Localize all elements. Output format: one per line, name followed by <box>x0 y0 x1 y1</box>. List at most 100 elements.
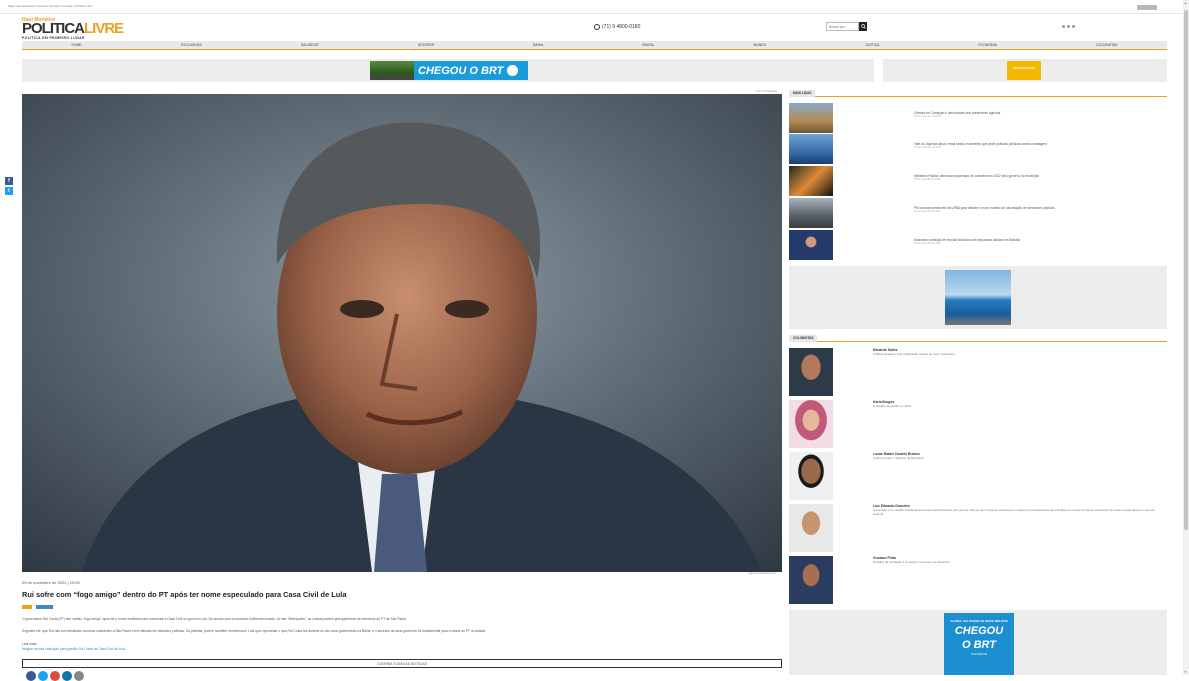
email-icon[interactable] <box>74 671 84 681</box>
brt-ad-title-2: O BRT <box>961 639 997 651</box>
search-icon <box>860 24 866 29</box>
whatsapp-icon <box>594 24 600 30</box>
thumbnail <box>789 103 833 133</box>
list-item-date: 09 de novembro de 2022 <box>914 210 941 213</box>
article-paragraph-1: O governador Rui Costa (PT) tem sofrido … <box>22 617 407 621</box>
google-icon[interactable] <box>50 671 60 681</box>
brt-ad-city: SALVADOR <box>971 652 987 656</box>
colunistas-title: COLUNISTAS <box>789 335 818 342</box>
read-more: Leia mais: Wagner recusa indicação para … <box>22 642 125 652</box>
prefeitura-logo <box>507 65 519 76</box>
floating-share: f t <box>5 177 13 195</box>
all-news-button[interactable]: CONFIRA TODAS AS NOTÍCIAS <box>22 659 782 668</box>
facebook-icon[interactable] <box>1062 25 1065 28</box>
columnist-item[interactable]: Luiz Eduardo Dorneles A inovação é um de… <box>789 504 1167 552</box>
columnist-item[interactable]: Gustavo Pinto Desafios da tributação e o… <box>789 556 1167 604</box>
list-item-date: 09 de novembro de 2022 <box>914 178 941 181</box>
list-item-title[interactable]: PM convida servidores da UFBA para debat… <box>914 206 1164 210</box>
list-item[interactable]: Câmara de Camaçari é denunciada pelo par… <box>789 103 1167 133</box>
columnist-item[interactable]: Lucas Rafael Castelo Branco Carlos Gomes… <box>789 452 1167 500</box>
columnist-snippet[interactable]: A inovação é um desafio fundamental à at… <box>873 508 1163 516</box>
nav-brasil[interactable]: Brasil <box>642 43 654 47</box>
nav-justica[interactable]: Justiça <box>865 43 879 47</box>
columnist-snippet[interactable]: A Bahia agradece pela mobilização políti… <box>873 352 1163 357</box>
brt-bus-image[interactable] <box>945 270 1011 325</box>
thumbnail <box>789 230 833 260</box>
logo-text-livre: LIVRE <box>84 20 124 37</box>
scroll-up-icon[interactable]: ▲ <box>1184 1 1188 5</box>
main-nav: Home Exclusivas Salvador Interior Bahia … <box>22 41 1167 50</box>
article-paragraph-2: Segundo ele, que Rui não tem destinado r… <box>22 629 487 633</box>
avatar <box>789 452 833 500</box>
article-date: 09 de novembro de 2022 | 10:09 <box>22 580 80 585</box>
twitter-share-icon[interactable]: t <box>5 187 13 195</box>
linkedin-icon[interactable] <box>62 671 72 681</box>
columnist-item[interactable]: Karla Borges O desafio da gestão em 2023 <box>789 400 1167 448</box>
top-links[interactable]: Faça sua assinatura | Anuncie conosco | … <box>8 4 93 8</box>
phone-contact[interactable]: (71) 9 4800-0180 <box>594 24 640 30</box>
article-title: Rui sofre com “fogo amigo” dentro do PT … <box>22 590 347 599</box>
list-item[interactable]: Vale do Jiquiriçá lança, nesta sexta, mo… <box>789 134 1167 164</box>
nav-interior[interactable]: Interior <box>418 43 434 47</box>
share-buttons <box>26 671 84 681</box>
avatar <box>789 400 833 448</box>
article-photo <box>22 94 782 572</box>
nav-exclusivas[interactable]: Exclusivas <box>181 43 202 47</box>
brt-ad-title-1: CHEGOU <box>954 625 1004 637</box>
list-item[interactable]: Bolsonaro participa de reunião fechada c… <box>789 230 1167 260</box>
header: Raul Monteiro POLITICALIVRE POLÍTICA EM … <box>22 16 1167 42</box>
nav-mundo[interactable]: Mundo <box>753 43 766 47</box>
search-button[interactable] <box>859 22 867 31</box>
phone-number: (71) 9 4800-0180 <box>602 24 641 30</box>
top-strip: Faça sua assinatura | Anuncie conosco | … <box>0 0 1183 14</box>
nav-home[interactable]: Home <box>72 43 82 47</box>
mais-lidas-title: MAIS LIDAS <box>789 90 816 97</box>
brt-vertical-banner[interactable]: AGORA, SALVADOR SE MOVE MELHOR CHEGOU O … <box>944 613 1014 675</box>
list-item-title[interactable]: Bolsonaro participa de reunião fechada c… <box>914 238 1164 242</box>
nav-salvador[interactable]: Salvador <box>301 43 319 47</box>
photo-credit-bottom: Agência Brasil/Arquivo <box>748 571 777 575</box>
twitter-icon[interactable] <box>38 671 48 681</box>
side-ad[interactable]: PATROCINADO <box>1007 61 1041 80</box>
columnist-snippet[interactable]: Carlos Gomes: o 'Menino' da República <box>873 456 1163 461</box>
header-social-icons <box>1062 25 1075 28</box>
search-input[interactable] <box>826 22 859 31</box>
brt-banner-text: CHEGOU O BRT <box>418 64 504 77</box>
top-strip-button[interactable] <box>1137 5 1157 10</box>
list-item-title[interactable]: Ministério Público denuncia suspensão de… <box>914 174 1164 178</box>
top-side-ad-area: PATROCINADO <box>883 59 1167 82</box>
colunistas-header: COLUNISTAS <box>789 335 1167 342</box>
avatar <box>789 556 833 604</box>
logo-tagline: POLÍTICA EM PRIMEIRO LUGAR <box>22 36 85 40</box>
columnist-snippet[interactable]: O desafio da gestão em 2023 <box>873 404 1163 409</box>
facebook-share-icon[interactable]: f <box>5 177 13 185</box>
scrollbar-thumb[interactable] <box>1184 10 1188 530</box>
instagram-icon[interactable] <box>1072 25 1075 28</box>
list-item[interactable]: Ministério Público denuncia suspensão de… <box>789 166 1167 196</box>
bus-image <box>370 61 414 80</box>
category-tag[interactable] <box>22 605 32 609</box>
list-item-date: 09 de novembro de 2022 <box>914 242 941 245</box>
list-item-date: 09 de novembro de 2022 <box>914 146 941 149</box>
facebook-icon[interactable] <box>26 671 36 681</box>
twitter-icon[interactable] <box>1067 25 1070 28</box>
scroll-down-icon[interactable]: ▼ <box>1184 670 1188 674</box>
avatar <box>789 504 833 552</box>
columnist-item[interactable]: Eduardo Salles A Bahia agradece pela mob… <box>789 348 1167 396</box>
thumbnail <box>789 198 833 228</box>
top-ad-area: CHEGOU O BRT <box>22 59 874 82</box>
columnist-snippet[interactable]: Desafios da tributação e os efeitos nos … <box>873 560 1163 565</box>
page-scrollbar[interactable]: ▲ ▼ <box>1183 0 1189 675</box>
read-more-link[interactable]: Wagner recusa indicação para gestão Rui … <box>22 647 125 652</box>
list-item[interactable]: PM convida servidores da UFBA para debat… <box>789 198 1167 228</box>
brt-ad-headline: AGORA, SALVADOR SE MOVE MELHOR <box>950 619 1008 623</box>
nav-bahia[interactable]: Bahia <box>533 43 543 47</box>
nav-colunistas[interactable]: Colunistas <box>1096 43 1117 47</box>
brt-banner-ad[interactable]: CHEGOU O BRT <box>370 61 528 80</box>
site-logo[interactable]: POLITICALIVRE <box>22 20 124 37</box>
list-item-title[interactable]: Câmara de Camaçari é denunciada pelo par… <box>914 111 1164 115</box>
nav-economia[interactable]: Economia <box>979 43 997 47</box>
thumbnail <box>789 166 833 196</box>
list-item-title[interactable]: Vale do Jiquiriçá lança, nesta sexta, mo… <box>914 142 1164 146</box>
share-tag[interactable] <box>36 605 53 609</box>
